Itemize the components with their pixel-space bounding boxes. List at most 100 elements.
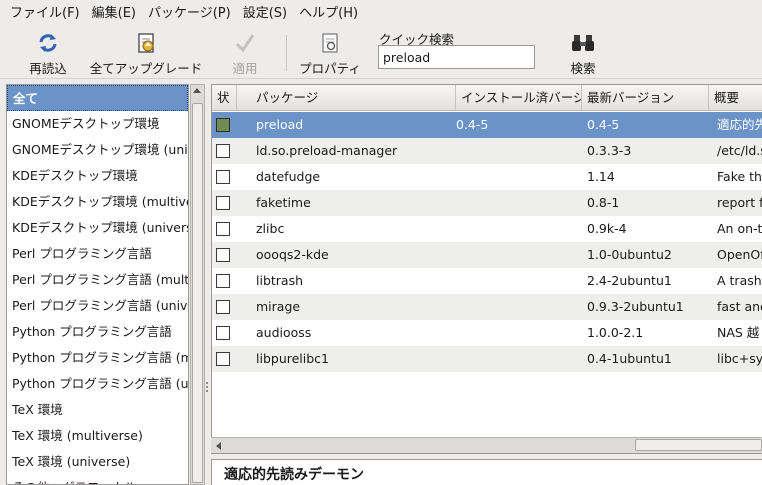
install-checkbox[interactable] [216,144,230,158]
scrollbar-thumb[interactable] [192,103,203,483]
package-summary: An on-the-fly [717,221,762,236]
menu-help[interactable]: ヘルプ(H) [293,3,364,25]
latest-version: 0.9k-4 [587,221,627,236]
toolbar-separator [286,35,287,71]
package-name: libpurelibc1 [256,351,329,366]
install-checkbox[interactable] [216,326,230,340]
table-row[interactable]: mirage 0.9.3-2ubuntu1 fast and simple [212,294,762,320]
properties-button[interactable]: プロパティ [296,29,364,76]
column-header-package[interactable]: パッケージ [251,85,456,111]
package-summary: /etc/ld.so.preload manager [717,143,762,158]
description-title: 適応的先読みデーモン [224,467,364,483]
latest-version: 0.3.3-3 [587,143,632,158]
section-item[interactable]: Perl プログラミング言語 [7,241,188,267]
latest-version: 1.14 [587,169,615,184]
apply-label: 適用 [232,61,258,76]
latest-version: 0.9.3-2ubuntu1 [587,299,684,314]
reload-button[interactable]: 再読込 [22,29,74,76]
package-summary: OpenOffice [717,247,762,262]
quick-search-input[interactable] [378,45,535,69]
package-name: audiooss [256,325,312,340]
package-summary: Fake the system date [717,169,762,184]
pane-resize-handle[interactable] [206,380,209,400]
install-checkbox[interactable] [216,352,230,366]
section-list-scrollbar[interactable] [190,84,205,485]
column-header-latest-version[interactable]: 最新バージョン [582,85,709,111]
upgrade-all-label: 全てアップグレード [89,61,203,76]
table-row[interactable]: zlibc 0.9k-4 An on-the-fly [212,216,762,242]
upgrade-all-button[interactable]: 全てアップグレード [84,29,208,76]
installed-version [456,346,582,372]
menu-file[interactable]: ファイル(F) [4,3,86,25]
search-button[interactable]: 検索 [562,29,604,76]
binoculars-icon [571,32,595,54]
pane-resize-handle[interactable] [536,455,548,467]
scroll-left-arrow-icon[interactable] [216,442,221,450]
section-item[interactable]: Python プログラミング言語 (multiverse) [7,345,188,371]
description-pane: 適応的先読みデーモン [211,459,762,485]
latest-version: 0.8-1 [587,195,620,210]
check-icon [233,32,257,54]
table-row[interactable]: datefudge 1.14 Fake the system date [212,164,762,190]
section-item[interactable]: TeX 環境 [7,397,188,423]
section-item[interactable]: GNOMEデスクトップ環境 [7,111,188,137]
package-name: libtrash [256,273,304,288]
package-name: oooqs2-kde [256,247,329,262]
install-checkbox[interactable] [216,118,230,132]
table-row[interactable]: libpurelibc1 0.4-1ubuntu1 libc+syscall [212,346,762,372]
latest-version: 0.4-1ubuntu1 [587,351,672,366]
latest-version: 1.0-0ubuntu2 [587,247,672,262]
installed-version [456,268,582,294]
table-row[interactable]: libtrash 2.4-2ubuntu1 A trash can [212,268,762,294]
package-name: ld.so.preload-manager [256,143,398,158]
installed-version [456,138,582,164]
section-item[interactable]: Perl プログラミング言語 (multiverse) [7,267,188,293]
refresh-icon [36,32,60,54]
section-item[interactable]: KDEデスクトップ環境 [7,163,188,189]
apply-button[interactable]: 適用 [224,29,266,76]
package-summary: fast and simple [717,299,762,314]
package-name: zlibc [256,221,285,236]
menu-edit[interactable]: 編集(E) [86,3,142,25]
table-row[interactable]: ld.so.preload-manager 0.3.3-3 /etc/ld.so… [212,138,762,164]
scrollbar-thumb[interactable] [635,439,762,451]
section-item[interactable]: GNOMEデスクトップ環境 (universe) [7,137,188,163]
section-list: 全て GNOMEデスクトップ環境 GNOMEデスクトップ環境 (universe… [6,84,189,485]
installed-version [456,320,582,346]
section-item[interactable]: TeX 環境 (multiverse) [7,423,188,449]
upgrade-document-icon [134,32,158,54]
package-name: faketime [256,195,311,210]
install-checkbox[interactable] [216,170,230,184]
section-item[interactable]: TeX 環境 (universe) [7,449,188,475]
installed-version [456,242,582,268]
column-header-installed-version[interactable]: インストール済バージョン [456,85,582,111]
scroll-up-arrow-icon[interactable] [193,88,201,93]
column-header-summary[interactable]: 概要 [709,85,762,111]
package-name: preload [256,117,304,132]
reload-label: 再読込 [29,61,67,76]
section-item[interactable]: Python プログラミング言語 (universe) [7,371,188,397]
section-item[interactable]: その他 - グラフィカル [7,475,188,484]
menu-package[interactable]: パッケージ(P) [142,3,237,25]
section-item[interactable]: Perl プログラミング言語 (universe) [7,293,188,319]
table-row[interactable]: oooqs2-kde 1.0-0ubuntu2 OpenOffice [212,242,762,268]
menu-settings[interactable]: 設定(S) [237,3,293,25]
install-checkbox[interactable] [216,274,230,288]
table-row[interactable]: faketime 0.8-1 report faked system time [212,190,762,216]
column-header-status[interactable]: 状 [212,85,237,111]
section-item[interactable]: KDEデスクトップ環境 (multiverse) [7,189,188,215]
table-header: 状 パッケージ インストール済バージョン 最新バージョン 概要 [212,85,762,111]
package-summary: libc+syscall [717,351,762,366]
package-summary: 適応的先読みデーモン [717,117,762,132]
table-row[interactable]: preload 0.4-5 0.4-5 適応的先読みデーモン [212,112,762,138]
install-checkbox[interactable] [216,222,230,236]
section-item[interactable]: Python プログラミング言語 [7,319,188,345]
package-summary: A trash can [717,273,762,288]
install-checkbox[interactable] [216,196,230,210]
package-table-hscrollbar[interactable] [211,437,762,453]
install-checkbox[interactable] [216,300,230,314]
install-checkbox[interactable] [216,248,230,262]
section-item-all[interactable]: 全て [7,85,188,111]
section-item[interactable]: KDEデスクトップ環境 (universe) [7,215,188,241]
table-row[interactable]: audiooss 1.0.0-2.1 NAS 越しの [212,320,762,346]
